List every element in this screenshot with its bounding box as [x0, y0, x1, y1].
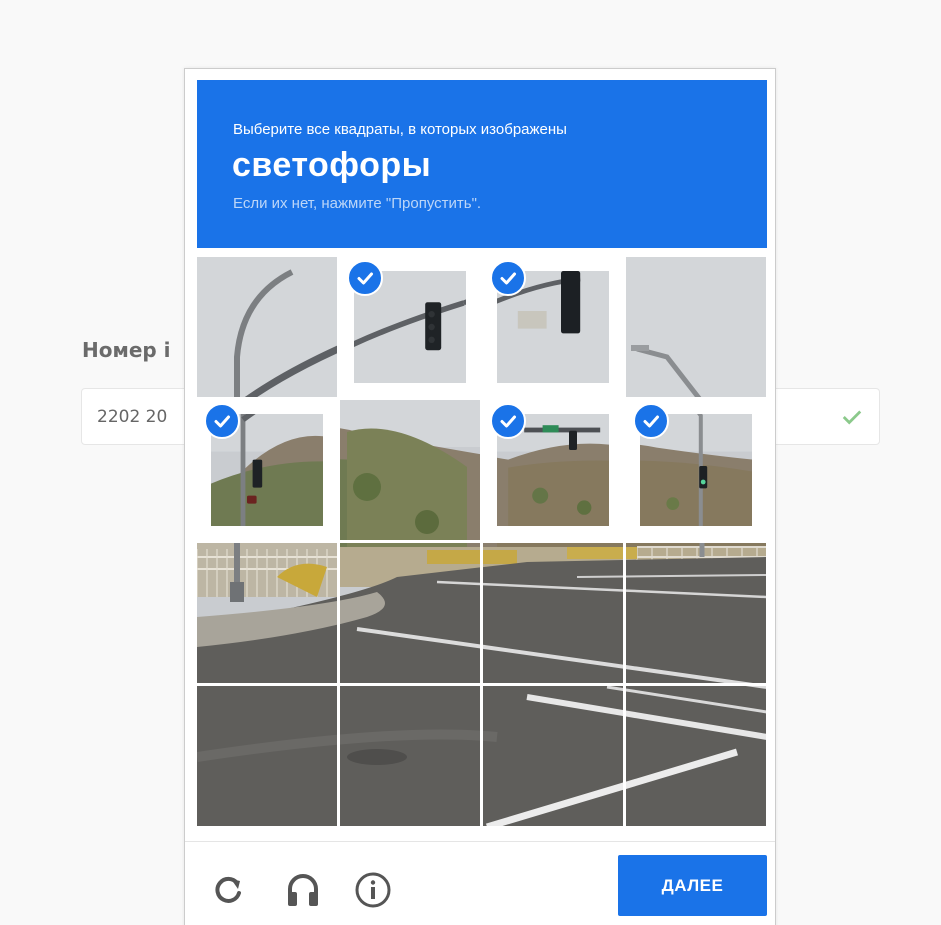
tile-image	[340, 686, 480, 826]
captcha-tile-5[interactable]	[197, 400, 337, 540]
captcha-tile-7[interactable]	[483, 400, 623, 540]
tile-image	[483, 543, 623, 683]
captcha-tile-13[interactable]	[197, 686, 337, 826]
tile-image	[197, 686, 337, 826]
selected-check-icon	[490, 403, 526, 439]
captcha-tile-14[interactable]	[340, 686, 480, 826]
captcha-keyword: светофоры	[232, 146, 432, 184]
captcha-tile-11[interactable]	[483, 543, 623, 683]
captcha-tile-10[interactable]	[340, 543, 480, 683]
tile-image	[340, 543, 480, 683]
tile-image	[626, 257, 766, 397]
info-icon[interactable]	[351, 868, 395, 912]
captcha-tile-1[interactable]	[197, 257, 337, 397]
captcha-footer: ДАЛЕЕ	[185, 841, 775, 925]
captcha-tile-15[interactable]	[483, 686, 623, 826]
selected-check-icon	[347, 260, 383, 296]
selected-check-icon	[490, 260, 526, 296]
captcha-instruction: Выберите все квадраты, в которых изображ…	[233, 121, 567, 138]
captcha-tile-6[interactable]	[340, 400, 480, 540]
captcha-grid	[197, 257, 767, 827]
tile-image	[197, 257, 337, 397]
card-number-value: 2202 20	[97, 407, 168, 427]
check-icon	[842, 410, 862, 425]
captcha-header: Выберите все квадраты, в которых изображ…	[197, 80, 767, 248]
field-label: Номер i	[82, 338, 171, 362]
reload-icon[interactable]	[207, 868, 251, 912]
captcha-dialog: Выберите все квадраты, в которых изображ…	[184, 68, 776, 925]
tile-image	[483, 686, 623, 826]
captcha-tile-2[interactable]	[340, 257, 480, 397]
selected-check-icon	[204, 403, 240, 439]
audio-icon[interactable]	[281, 868, 325, 912]
tile-image	[626, 686, 766, 826]
captcha-tile-9[interactable]	[197, 543, 337, 683]
selected-check-icon	[633, 403, 669, 439]
captcha-tile-8[interactable]	[626, 400, 766, 540]
tile-image	[340, 400, 480, 540]
captcha-tile-3[interactable]	[483, 257, 623, 397]
tile-image	[626, 543, 766, 683]
captcha-hint: Если их нет, нажмите "Пропустить".	[233, 195, 482, 212]
next-button[interactable]: ДАЛЕЕ	[618, 855, 767, 916]
captcha-tile-16[interactable]	[626, 686, 766, 826]
captcha-tile-4[interactable]	[626, 257, 766, 397]
tile-image	[197, 543, 337, 683]
captcha-tile-12[interactable]	[626, 543, 766, 683]
